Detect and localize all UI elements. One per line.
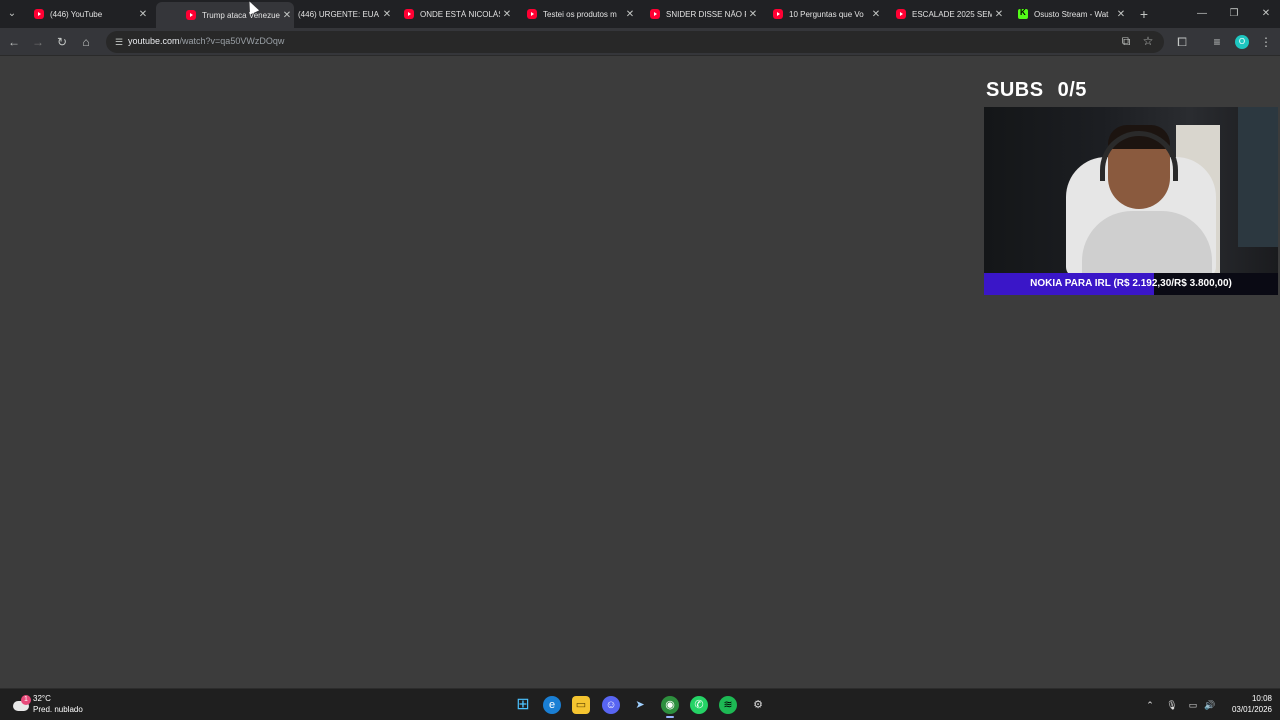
- screen: ⌄ (446) YouTube ✕ Trump ataca Venezuela …: [0, 0, 1280, 720]
- tab-title: 10 Perguntas que Vo: [789, 9, 864, 19]
- bookmark-star-icon[interactable]: ☆: [1140, 33, 1156, 49]
- address-bar[interactable]: ☰ youtube.com/watch?v=qa50VWzDOqw: [106, 31, 1164, 53]
- tab-snider-disse[interactable]: SNIDER DISSE NÃO F ✕: [642, 4, 760, 24]
- file-explorer-icon[interactable]: ▭: [572, 696, 590, 714]
- tab-title: (446) URGENTE: EUA: [298, 9, 379, 19]
- forward-icon[interactable]: →: [30, 34, 46, 50]
- tab-title: Testei os produtos m: [543, 9, 617, 19]
- spotify-icon[interactable]: ≋: [719, 696, 737, 714]
- home-icon[interactable]: ⌂: [78, 34, 94, 50]
- network-icon[interactable]: ▭: [1186, 698, 1200, 712]
- tab-escalade-2025[interactable]: ESCALADE 2025 SEM ✕: [888, 4, 1006, 24]
- site-info-icon[interactable]: ☰: [112, 35, 126, 49]
- close-tab-icon[interactable]: ✕: [746, 9, 760, 20]
- donation-goal-label: NOKIA PARA IRL (R$ 2.192,30/R$ 3.800,00): [1030, 278, 1232, 289]
- close-window-icon[interactable]: ✕: [1258, 6, 1274, 22]
- youtube-icon: [404, 9, 414, 19]
- donation-goal-bar: NOKIA PARA IRL (R$ 2.192,30/R$ 3.800,00): [984, 273, 1278, 295]
- browser-toolbar: ← → ↻ ⌂ ☰ youtube.com/watch?v=qa50VWzDOq…: [0, 28, 1280, 56]
- back-icon[interactable]: ←: [6, 34, 22, 50]
- tab-title: ONDE ESTÁ NICOLÁS: [420, 9, 500, 19]
- subs-count: 0/5: [1057, 79, 1087, 101]
- show-hidden-icons-icon[interactable]: ⌃: [1143, 698, 1157, 712]
- tab-title: Osusto Stream - Wat: [1034, 9, 1109, 19]
- close-tab-icon[interactable]: ✕: [280, 10, 294, 21]
- new-tab-icon[interactable]: +: [1136, 6, 1152, 22]
- weather-temp[interactable]: 32°C: [33, 694, 51, 703]
- microphone-icon[interactable]: 🎙: [1165, 698, 1179, 712]
- clock-date[interactable]: 03/01/2026: [1224, 705, 1272, 714]
- weather-badge: 1: [21, 695, 31, 705]
- tab-search-icon[interactable]: ⌄: [4, 6, 20, 22]
- discord-icon[interactable]: ☺: [602, 696, 620, 714]
- youtube-icon: [650, 9, 660, 19]
- close-tab-icon[interactable]: ✕: [992, 9, 1006, 20]
- menu-kebab-icon[interactable]: ⋮: [1258, 34, 1274, 50]
- youtube-icon: [527, 9, 537, 19]
- close-tab-icon[interactable]: ✕: [500, 9, 514, 20]
- close-tab-icon[interactable]: ✕: [1114, 9, 1128, 20]
- close-tab-icon[interactable]: ✕: [623, 9, 637, 20]
- kick-icon: [1018, 8, 1028, 19]
- windows-taskbar: 1 32°C Pred. nublado ⊞ e ▭ ☺ ➤ ◉ ✆ ≋ ⚙ ⌃…: [0, 688, 1280, 720]
- tab-testei-os-produtos[interactable]: Testei os produtos m ✕: [519, 4, 637, 24]
- tab-10-perguntas[interactable]: 10 Perguntas que Vo ✕: [765, 4, 883, 24]
- tab-title: Trump ataca Venezuela: [202, 10, 280, 20]
- clock-time[interactable]: 10:08: [1230, 694, 1272, 703]
- profile-avatar[interactable]: O: [1235, 35, 1249, 49]
- close-tab-icon[interactable]: ✕: [380, 9, 394, 20]
- tab-title: ESCALADE 2025 SEM: [912, 9, 992, 19]
- tab-title: (446) YouTube: [50, 9, 103, 19]
- tab-onde-esta-nicolas[interactable]: ONDE ESTÁ NICOLÁS ✕: [396, 4, 514, 24]
- youtube-icon: [896, 9, 906, 19]
- minimize-icon[interactable]: —: [1194, 6, 1210, 22]
- url-text[interactable]: youtube.com/watch?v=qa50VWzDOqw: [128, 36, 284, 46]
- volume-icon[interactable]: 🔊: [1203, 698, 1217, 712]
- tab-urgente-eua[interactable]: (446) URGENTE: EUA ✕: [294, 4, 394, 24]
- youtube-icon: [34, 9, 44, 19]
- steam-icon[interactable]: ➤: [631, 696, 649, 714]
- subs-goal-counter: SUBS 0/5: [986, 79, 1087, 102]
- subs-label: SUBS: [986, 79, 1044, 101]
- tab-osusto-stream[interactable]: Osusto Stream - Wat ✕: [1010, 4, 1128, 24]
- youtube-icon: [186, 10, 196, 20]
- restore-icon[interactable]: ❐: [1226, 6, 1242, 22]
- tab-strip: ⌄ (446) YouTube ✕ Trump ataca Venezuela …: [0, 0, 1280, 28]
- edge-icon[interactable]: e: [543, 696, 561, 714]
- whatsapp-icon[interactable]: ✆: [690, 696, 708, 714]
- webcam-overlay: [984, 107, 1278, 273]
- reload-icon[interactable]: ↻: [54, 34, 70, 50]
- windows-start-icon[interactable]: ⊞: [514, 696, 532, 714]
- media-control-icon[interactable]: ≡: [1209, 34, 1225, 50]
- chrome-icon[interactable]: ◉: [661, 696, 679, 718]
- weather-widget[interactable]: 1: [13, 695, 31, 713]
- install-app-icon[interactable]: ⧉: [1118, 33, 1134, 49]
- extensions-icon[interactable]: ⧠: [1174, 34, 1190, 50]
- tab-youtube-home[interactable]: (446) YouTube ✕: [26, 4, 150, 24]
- tab-trump-ataca[interactable]: Trump ataca Venezuela ✕: [156, 2, 294, 28]
- weather-condition[interactable]: Pred. nublado: [33, 705, 83, 714]
- youtube-icon: [773, 9, 783, 19]
- tab-title: SNIDER DISSE NÃO F: [666, 9, 746, 19]
- close-tab-icon[interactable]: ✕: [136, 9, 150, 20]
- close-tab-icon[interactable]: ✕: [869, 9, 883, 20]
- settings-icon[interactable]: ⚙: [749, 696, 767, 714]
